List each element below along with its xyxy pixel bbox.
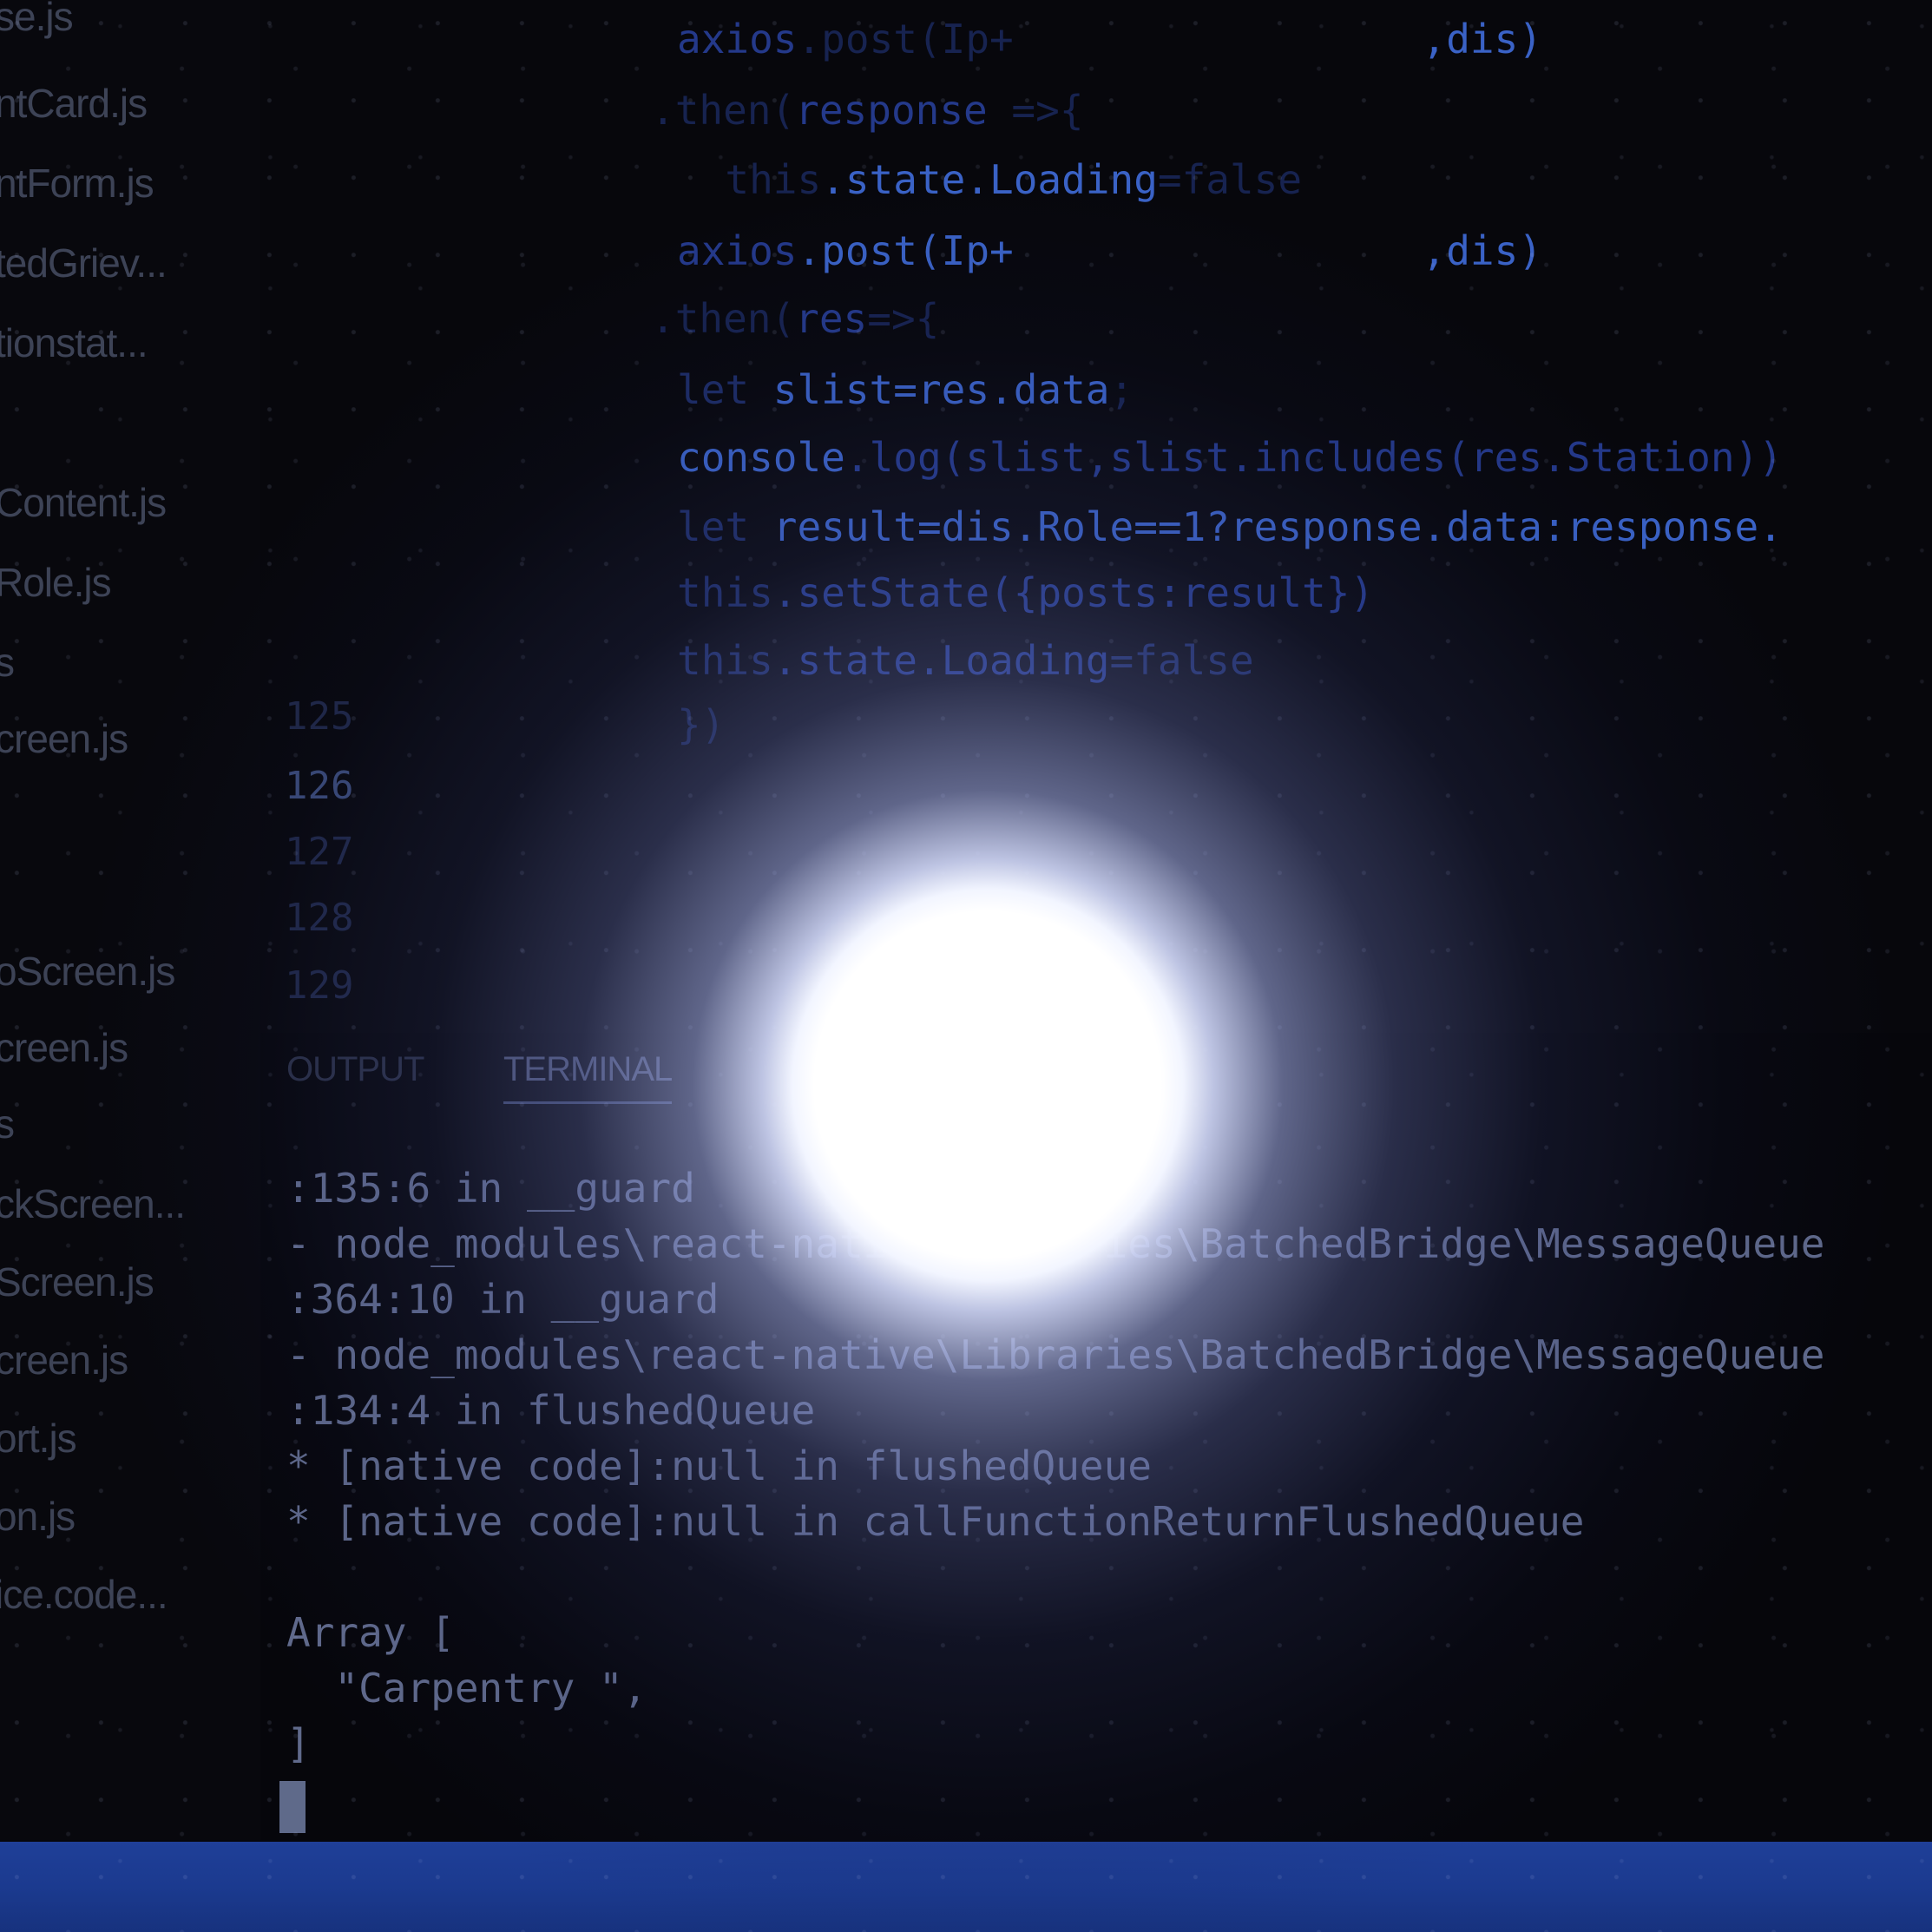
terminal-line: - node_modules\react-native\Libraries\Ba… <box>286 1220 1825 1267</box>
terminal-line: - node_modules\react-native\Libraries\Ba… <box>286 1331 1825 1378</box>
code-token: =false <box>1157 156 1303 203</box>
code-token: res <box>795 295 868 342</box>
code-line: axios.post(Ip+ ,dis) <box>677 227 1542 274</box>
tab-terminal[interactable]: TERMINAL <box>503 1050 673 1104</box>
terminal-line: :134:4 in flushedQueue <box>286 1387 816 1434</box>
code-token: let <box>677 366 773 413</box>
code-token: .state.Loading <box>772 637 1110 684</box>
code-line: axios.post(Ip+ ,dis) <box>677 16 1542 62</box>
file-item[interactable]: ice.code... <box>0 1571 168 1618</box>
code-token: axios <box>677 16 798 62</box>
tab-output[interactable]: OUTPUT <box>286 1050 424 1089</box>
code-token: ; <box>1109 366 1134 413</box>
line-number: 127 <box>285 830 354 874</box>
terminal-cursor <box>279 1781 306 1833</box>
file-item[interactable]: s <box>0 1101 15 1147</box>
file-item[interactable]: Screen.js <box>0 1258 154 1305</box>
code-line: }) <box>677 701 725 748</box>
file-item[interactable]: creen.js <box>0 1024 128 1071</box>
code-token: ,dis) <box>1013 16 1543 62</box>
code-token: .post(Ip+ <box>797 227 1014 274</box>
line-number: 125 <box>285 694 354 739</box>
code-line: this.state.Loading=false <box>677 637 1254 684</box>
line-number: 129 <box>285 963 354 1008</box>
code-line: .then(res=>{ <box>651 295 939 342</box>
code-token: axios <box>677 227 798 274</box>
code-line: this.state.Loading=false <box>677 156 1302 203</box>
line-number: 128 <box>285 896 354 940</box>
file-item[interactable]: ntForm.js <box>0 160 154 207</box>
code-token: .then( <box>651 295 796 342</box>
code-token: let <box>677 503 773 550</box>
vscode-window: se.js ntCard.js ntForm.js tedGriev... ti… <box>0 0 1932 1932</box>
code-token: .includes(res.Station)) <box>1229 434 1783 481</box>
code-token: this <box>677 637 773 684</box>
line-number: 126 <box>285 764 354 808</box>
terminal-line: :364:10 in __guard <box>286 1276 720 1323</box>
file-item[interactable]: se.js <box>0 0 74 40</box>
terminal-line: * [native code]:null in flushedQueue <box>286 1442 1152 1489</box>
file-item[interactable]: ntCard.js <box>0 80 148 127</box>
code-line: let slist=res.data; <box>677 366 1134 413</box>
code-token: =>{ <box>987 87 1084 134</box>
code-token: this <box>677 569 773 616</box>
code-line: .then(response =>{ <box>651 87 1084 134</box>
terminal-line: Array [ <box>286 1609 455 1656</box>
code-token: slist=res.data <box>772 366 1110 413</box>
code-token: response <box>795 87 988 134</box>
code-token: this <box>677 156 822 203</box>
file-explorer-sidebar: se.js ntCard.js ntForm.js tedGriev... ti… <box>0 0 260 1840</box>
file-item[interactable]: creen.js <box>0 715 128 762</box>
code-token: .post(Ip+ <box>797 16 1014 62</box>
file-item[interactable]: s <box>0 639 15 686</box>
file-item[interactable]: tedGriev... <box>0 240 168 286</box>
file-item[interactable]: ort.js <box>0 1415 77 1462</box>
terminal-line: "Carpentry ", <box>286 1665 647 1712</box>
file-item[interactable]: oScreen.js <box>0 948 175 995</box>
code-token: .state.Loading <box>821 156 1158 203</box>
code-token: ,dis) <box>1013 227 1543 274</box>
status-bar <box>0 1842 1932 1932</box>
code-token: console <box>677 434 845 481</box>
file-item[interactable]: Role.js <box>0 559 112 606</box>
terminal-line: * [native code]:null in callFunctionRetu… <box>286 1498 1585 1545</box>
file-item[interactable]: creen.js <box>0 1337 128 1383</box>
terminal-line: :135:6 in __guard <box>286 1165 695 1212</box>
code-token: .setState({posts:result}) <box>772 569 1375 616</box>
file-item[interactable]: tionstat... <box>0 319 148 366</box>
code-line: console.log(slist,slist.includes(res.Sta… <box>677 434 1783 481</box>
code-token: .then( <box>651 87 796 134</box>
terminal-line: ] <box>286 1720 311 1767</box>
code-token: }) <box>677 701 726 748</box>
file-item[interactable]: ckScreen... <box>0 1180 186 1227</box>
file-item[interactable]: on.js <box>0 1493 76 1540</box>
code-token: result=dis.Role==1?response.data:respons… <box>772 503 1783 550</box>
code-line: this.setState({posts:result}) <box>677 569 1374 616</box>
code-token: =false <box>1109 637 1254 684</box>
file-item[interactable]: Content.js <box>0 479 167 526</box>
code-line: let result=dis.Role==1?response.data:res… <box>677 503 1783 550</box>
code-token: .log(slist,slist <box>844 434 1230 481</box>
code-token: =>{ <box>867 295 940 342</box>
